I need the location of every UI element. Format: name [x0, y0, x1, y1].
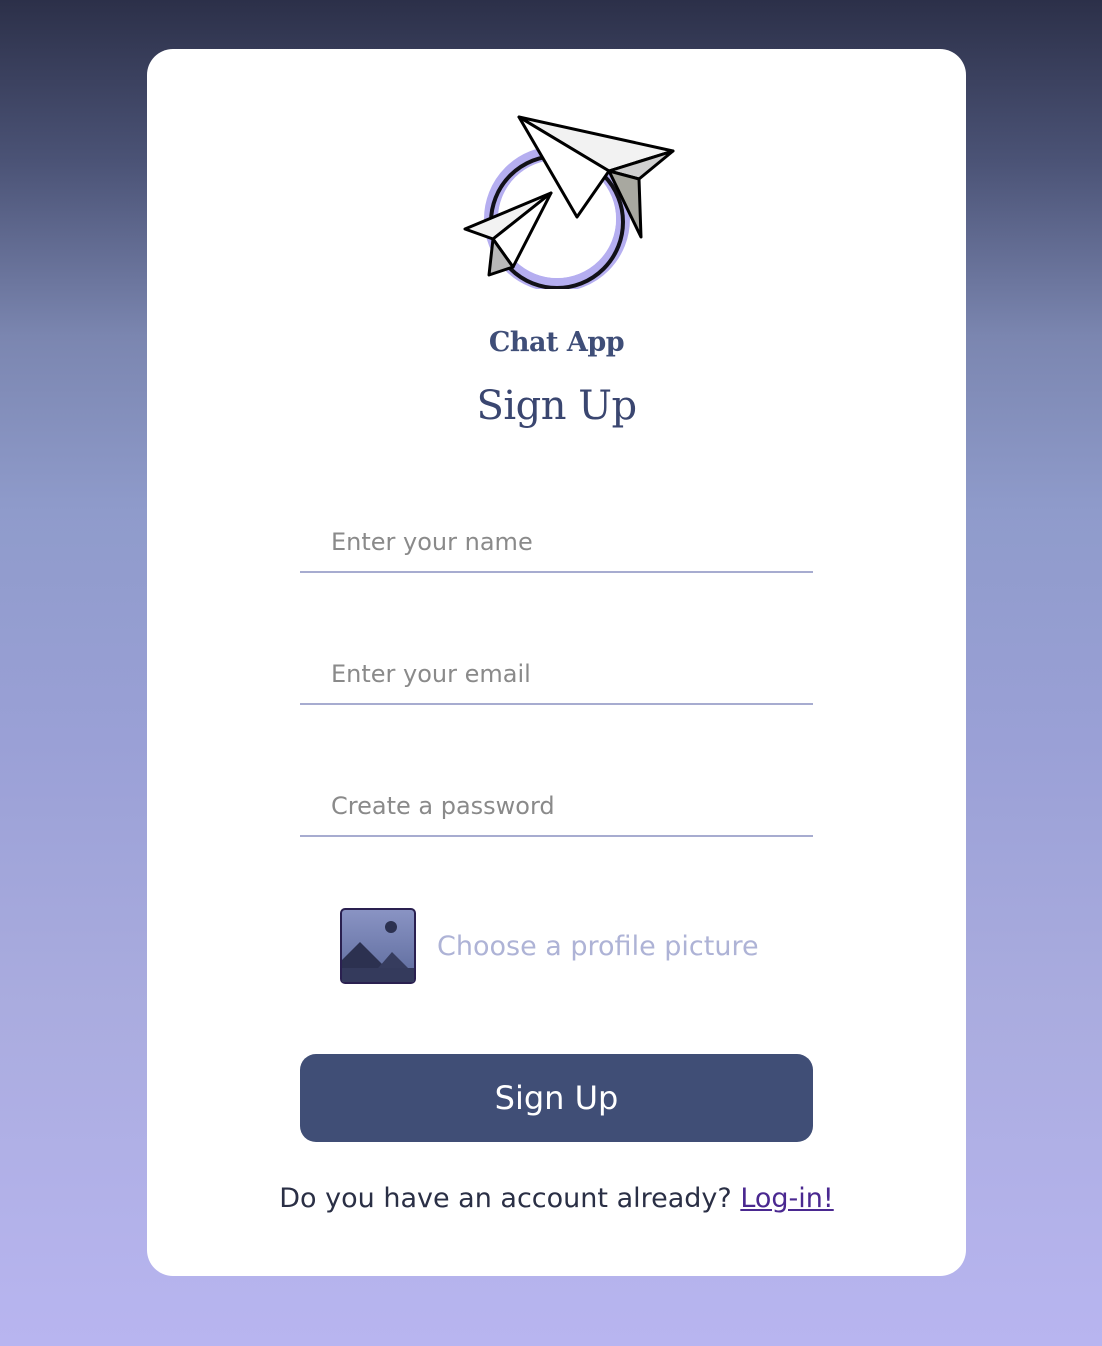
sign-up-button[interactable]: Sign Up	[300, 1054, 813, 1142]
image-icon	[340, 908, 416, 984]
login-prompt: Do you have an account already? Log-in!	[147, 1183, 966, 1214]
name-input[interactable]	[300, 513, 813, 573]
profile-picture-label: Choose a profile picture	[437, 930, 759, 962]
password-input[interactable]	[300, 777, 813, 837]
profile-picture-picker[interactable]: Choose a profile picture	[340, 908, 759, 984]
page-title: Sign Up	[476, 383, 637, 429]
signup-card: Chat App Sign Up Choose a profile pictur…	[147, 49, 966, 1276]
paper-planes-logo-icon	[463, 115, 675, 289]
login-prompt-text: Do you have an account already?	[279, 1183, 732, 1214]
brand-name: Chat App	[488, 327, 625, 358]
login-link[interactable]: Log-in!	[740, 1183, 833, 1214]
email-input[interactable]	[300, 645, 813, 705]
